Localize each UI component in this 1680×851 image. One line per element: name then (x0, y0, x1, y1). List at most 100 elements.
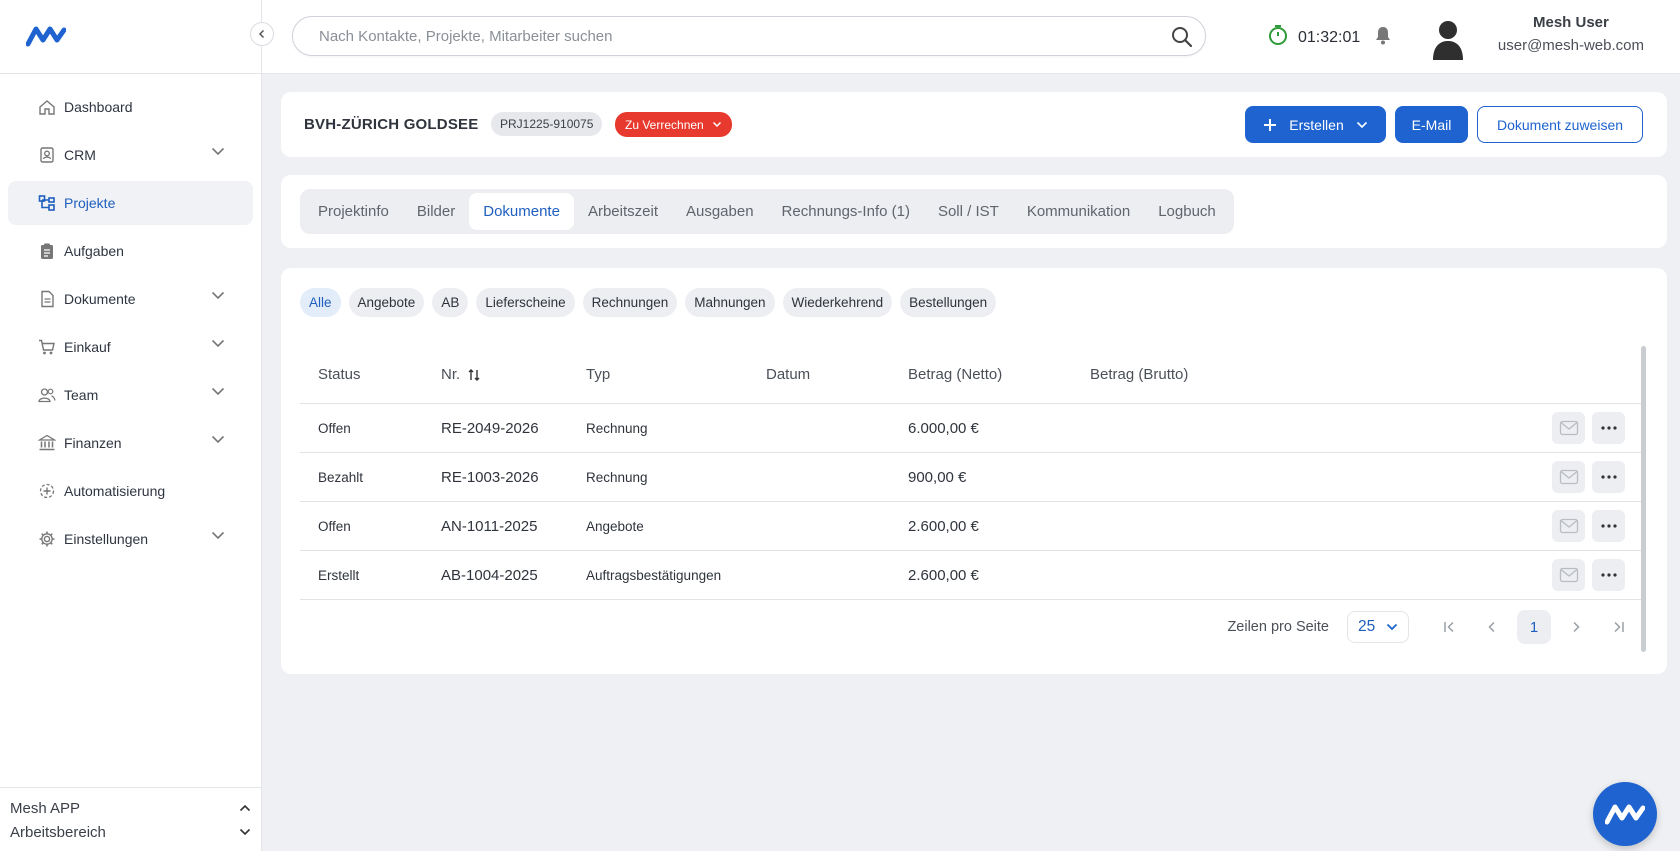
documents-card: Alle Angebote AB Lieferscheine Rechnungen Mah… (281, 268, 1667, 674)
cell-netto: 2.600,00 € (908, 517, 979, 535)
mesh-assistant-button[interactable] (1593, 782, 1657, 846)
send-mail-button[interactable] (1552, 559, 1585, 591)
filter-chip-rechnungen[interactable]: Rechnungen (582, 288, 678, 317)
table-row[interactable]: Erstellt AB-1004-2025 Auftragsbestätigunge… (300, 551, 1646, 600)
send-mail-button[interactable] (1552, 412, 1585, 444)
mail-icon (1559, 469, 1578, 485)
filter-chip-ab[interactable]: AB (432, 288, 469, 317)
table-row[interactable]: Offen AN-1011-2025 Angebote 2.600,00 € (300, 502, 1646, 551)
sidebar-item-einstellungen[interactable]: Einstellungen (8, 517, 253, 561)
sidebar-item-einkauf[interactable]: Einkauf (8, 325, 253, 369)
next-page-button[interactable] (1559, 610, 1593, 644)
timer-value: 01:32:01 (1298, 28, 1361, 46)
cell-nr[interactable]: RE-1003-2026 (441, 469, 539, 486)
more-actions-button[interactable] (1592, 559, 1625, 591)
sidebar-collapse-button[interactable] (250, 22, 274, 46)
filter-chip-angebote[interactable]: Angebote (348, 288, 425, 317)
filter-chip-lieferscheine[interactable]: Lieferscheine (476, 288, 575, 317)
more-actions-button[interactable] (1592, 412, 1625, 444)
sidebar-item-aufgaben[interactable]: Aufgaben (8, 229, 253, 273)
project-code-badge: PRJ1225-910075 (491, 112, 603, 136)
workspace-switcher[interactable]: Arbeitsbereich (10, 820, 251, 844)
app-switcher[interactable]: Mesh APP (10, 796, 251, 820)
current-page-button[interactable]: 1 (1517, 610, 1551, 644)
table-scrollbar[interactable] (1641, 346, 1646, 652)
assign-document-button[interactable]: Dokument zuweisen (1477, 106, 1643, 143)
tab-arbeitszeit[interactable]: Arbeitszeit (574, 193, 672, 230)
send-mail-button[interactable] (1552, 461, 1585, 493)
sidebar-item-dokumente[interactable]: Dokumente (8, 277, 253, 321)
tab-dokumente[interactable]: Dokumente (469, 193, 574, 230)
prev-page-button[interactable] (1475, 610, 1509, 644)
header-netto[interactable]: Betrag (Netto) (908, 366, 1002, 383)
table-row[interactable]: Bezahlt RE-1003-2026 Rechnung 900,00 € (300, 453, 1646, 502)
sidebar-item-projekte[interactable]: Projekte (8, 181, 253, 225)
chevron-left-icon (258, 29, 265, 39)
chevron-right-icon (1573, 621, 1580, 633)
user-info[interactable]: Mesh User user@mesh-web.com (1498, 14, 1644, 54)
tab-rechnungs-info-1[interactable]: Rechnungs-Info (1) (768, 193, 924, 230)
sidebar-item-label: CRM (64, 147, 96, 163)
last-page-button[interactable] (1601, 610, 1635, 644)
sidebar-item-label: Dashboard (64, 99, 133, 115)
rows-per-page-select[interactable]: 25 (1347, 611, 1409, 643)
notification-bell-icon[interactable] (1374, 25, 1392, 50)
header-brutto[interactable]: Betrag (Brutto) (1090, 366, 1188, 383)
search-input[interactable] (319, 27, 1205, 45)
header-datum[interactable]: Datum (766, 366, 810, 383)
cell-typ: Rechnung (586, 469, 648, 485)
cell-status: Bezahlt (318, 469, 364, 485)
create-label: Erstellen (1289, 116, 1344, 133)
tab-kommunikation[interactable]: Kommunikation (1013, 193, 1144, 230)
more-actions-button[interactable] (1592, 510, 1625, 542)
send-mail-button[interactable] (1552, 510, 1585, 542)
header-nr[interactable]: Nr. (441, 366, 480, 383)
sidebar-nav: Dashboard CRM Projekte Aufgaben Dokumente Ein… (0, 74, 261, 561)
header-typ[interactable]: Typ (586, 366, 610, 383)
document-filters: Alle Angebote AB Lieferscheine Rechnungen Mah… (300, 288, 997, 317)
search-icon[interactable] (1171, 26, 1193, 53)
tab-ausgaben[interactable]: Ausgaben (672, 193, 768, 230)
avatar[interactable] (1430, 18, 1466, 60)
more-horizontal-icon (1600, 524, 1617, 528)
tab-bilder[interactable]: Bilder (403, 193, 469, 230)
sidebar-item-automatisierung[interactable]: Automatisierung (8, 469, 253, 513)
sidebar-item-label: Einkauf (64, 339, 111, 355)
sidebar-item-team[interactable]: Team (8, 373, 253, 417)
first-page-button[interactable] (1433, 610, 1467, 644)
mesh-logo[interactable] (25, 24, 67, 53)
time-tracker[interactable]: 01:32:01 (1268, 24, 1360, 51)
cell-status: Offen (318, 518, 351, 534)
chevron-down-icon (239, 828, 251, 836)
tab-logbuch[interactable]: Logbuch (1144, 193, 1230, 230)
sidebar-item-dashboard[interactable]: Dashboard (8, 85, 253, 129)
user-email: user@mesh-web.com (1497, 37, 1644, 54)
sidebar: Dashboard CRM Projekte Aufgaben Dokumente Ein… (0, 0, 274, 851)
gear-icon (38, 530, 56, 548)
status-label: Zu Verrechnen (625, 117, 704, 132)
pagination: Zeilen pro Seite 25 1 (1227, 610, 1639, 644)
projects-icon (38, 194, 56, 212)
rows-per-page-value: 25 (1358, 618, 1376, 635)
cell-nr[interactable]: AB-1004-2025 (441, 567, 538, 584)
tab-soll-ist[interactable]: Soll / IST (924, 193, 1013, 230)
project-status-dropdown[interactable]: Zu Verrechnen (615, 112, 732, 137)
sidebar-item-crm[interactable]: CRM (8, 133, 253, 177)
cell-nr[interactable]: AN-1011-2025 (441, 518, 537, 535)
email-button[interactable]: E-Mail (1395, 106, 1468, 143)
tab-projektinfo[interactable]: Projektinfo (304, 193, 403, 230)
filter-chip-wiederkehrend[interactable]: Wiederkehrend (782, 288, 893, 317)
workspace-name: Arbeitsbereich (10, 823, 106, 841)
sort-icon[interactable] (468, 368, 480, 382)
cell-nr[interactable]: RE-2049-2026 (441, 420, 539, 437)
filter-chip-alle[interactable]: Alle (300, 288, 341, 317)
header-status[interactable]: Status (318, 366, 361, 383)
more-actions-button[interactable] (1592, 461, 1625, 493)
table-row[interactable]: Offen RE-2049-2026 Rechnung 6.000,00 € (300, 404, 1646, 453)
sidebar-item-finanzen[interactable]: Finanzen (8, 421, 253, 465)
create-button[interactable]: Erstellen (1245, 106, 1386, 143)
filter-chip-mahnungen[interactable]: Mahnungen (685, 288, 775, 317)
chevron-down-icon (211, 387, 225, 396)
filter-chip-bestellungen[interactable]: Bestellungen (900, 288, 997, 317)
document-icon (38, 290, 56, 308)
